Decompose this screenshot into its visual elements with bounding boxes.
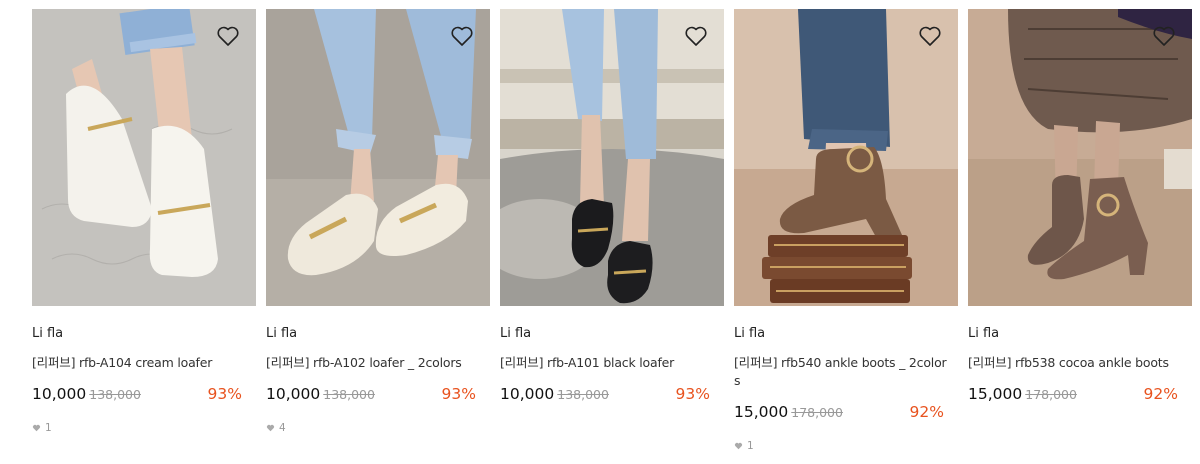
price-row: 10,000 138,000 93%: [266, 385, 490, 407]
discount-rate: 93%: [441, 385, 476, 403]
sale-price: 15,000: [968, 385, 1023, 403]
cocoa-ankle-boots-photo: [968, 9, 1192, 306]
wishlist-heart-icon[interactable]: [1152, 25, 1176, 47]
original-price: 138,000: [89, 387, 141, 402]
product-name[interactable]: [리퍼브] rfb540 ankle boots _ 2colors: [734, 354, 958, 390]
product-image[interactable]: [734, 9, 958, 306]
black-loafer-photo: [500, 9, 724, 306]
product-card[interactable]: Li fla [리퍼브] rfb540 ankle boots _ 2color…: [734, 9, 958, 452]
brand-name[interactable]: Li fla: [968, 325, 1192, 342]
price-row: 15,000 178,000 92%: [968, 385, 1192, 407]
product-name[interactable]: [리퍼브] rfb538 cocoa ankle boots: [968, 354, 1192, 372]
product-image[interactable]: [266, 9, 490, 306]
original-price: 138,000: [323, 387, 375, 402]
product-image[interactable]: [968, 9, 1192, 306]
like-heart-icon: [32, 424, 41, 432]
price-row: 15,000 178,000 92%: [734, 403, 958, 425]
product-image[interactable]: [32, 9, 256, 306]
price-row: 10,000 138,000 93%: [32, 385, 256, 407]
like-heart-icon: [734, 442, 743, 450]
discount-rate: 93%: [675, 385, 710, 403]
product-card[interactable]: Li fla [리퍼브] rfb-A104 cream loafer 10,00…: [32, 9, 256, 452]
like-count: 4: [266, 422, 490, 434]
brand-name[interactable]: Li fla: [32, 325, 256, 342]
discount-rate: 92%: [909, 403, 944, 421]
discount-rate: 93%: [207, 385, 242, 403]
sale-price: 10,000: [266, 385, 321, 403]
product-grid: Li fla [리퍼브] rfb-A104 cream loafer 10,00…: [32, 9, 1192, 452]
product-name[interactable]: [리퍼브] rfb-A101 black loafer: [500, 354, 724, 372]
price-row: 10,000 138,000 93%: [500, 385, 724, 407]
product-card[interactable]: Li fla [리퍼브] rfb-A101 black loafer 10,00…: [500, 9, 724, 452]
original-price: 138,000: [557, 387, 609, 402]
product-card[interactable]: Li fla [리퍼브] rfb538 cocoa ankle boots 15…: [968, 9, 1192, 452]
like-count-value: 4: [279, 422, 286, 434]
sale-price: 15,000: [734, 403, 789, 421]
loafer-2colors-photo: [266, 9, 490, 306]
brand-name[interactable]: Li fla: [266, 325, 490, 342]
original-price: 178,000: [1025, 387, 1077, 402]
sale-price: 10,000: [500, 385, 555, 403]
like-count: 1: [32, 422, 256, 434]
wishlist-heart-icon[interactable]: [918, 25, 942, 47]
like-count-value: 1: [747, 440, 754, 452]
product-name[interactable]: [리퍼브] rfb-A104 cream loafer: [32, 354, 256, 372]
product-name[interactable]: [리퍼브] rfb-A102 loafer _ 2colors: [266, 354, 490, 372]
wishlist-heart-icon[interactable]: [450, 25, 474, 47]
product-image[interactable]: [500, 9, 724, 306]
like-heart-icon: [266, 424, 275, 432]
brand-name[interactable]: Li fla: [500, 325, 724, 342]
wishlist-heart-icon[interactable]: [216, 25, 240, 47]
sale-price: 10,000: [32, 385, 87, 403]
cream-loafer-photo: [32, 9, 256, 306]
brand-name[interactable]: Li fla: [734, 325, 958, 342]
product-card[interactable]: Li fla [리퍼브] rfb-A102 loafer _ 2colors 1…: [266, 9, 490, 452]
ankle-boots-photo: [734, 9, 958, 306]
discount-rate: 92%: [1143, 385, 1178, 403]
original-price: 178,000: [791, 405, 843, 420]
like-count: 1: [734, 440, 958, 452]
wishlist-heart-icon[interactable]: [684, 25, 708, 47]
like-count-value: 1: [45, 422, 52, 434]
